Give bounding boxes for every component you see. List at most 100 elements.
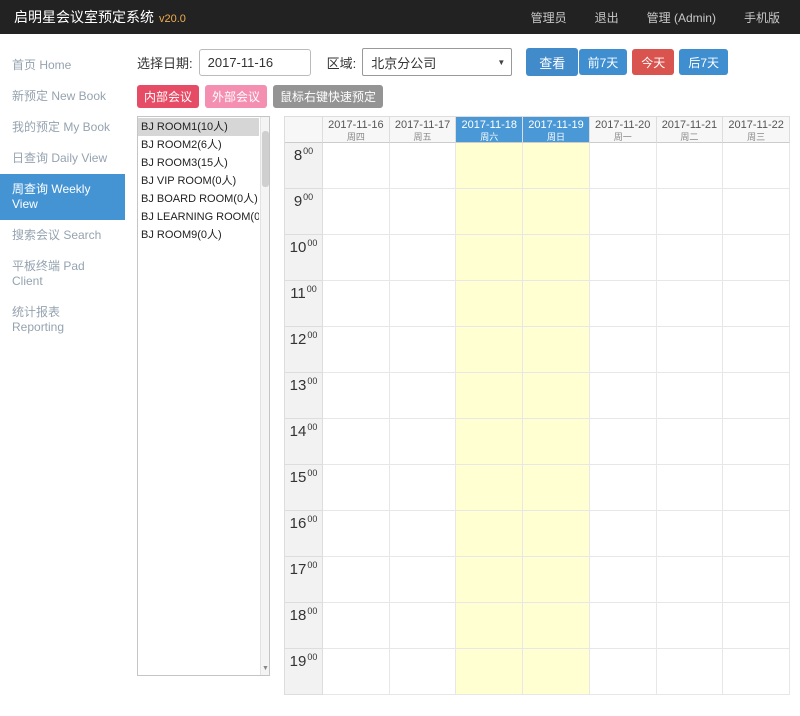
sidebar-item-new-book[interactable]: 新预定 New Book: [0, 81, 125, 112]
sidebar-item-home[interactable]: 首页 Home: [0, 50, 125, 81]
room-list-item[interactable]: BJ ROOM9(0人): [138, 226, 259, 244]
calendar-slot-cell[interactable]: [390, 143, 457, 189]
calendar-slot-cell[interactable]: [456, 649, 523, 695]
calendar-slot-cell[interactable]: [390, 419, 457, 465]
view-button[interactable]: 查看: [526, 48, 578, 76]
topnav-link-admin-manage[interactable]: 管理 (Admin): [647, 9, 716, 26]
calendar-slot-cell[interactable]: [590, 511, 657, 557]
calendar-slot-cell[interactable]: [523, 189, 590, 235]
calendar-slot-cell[interactable]: [456, 419, 523, 465]
calendar-slot-cell[interactable]: [657, 373, 724, 419]
calendar-slot-cell[interactable]: [657, 189, 724, 235]
calendar-slot-cell[interactable]: [657, 649, 724, 695]
calendar-slot-cell[interactable]: [456, 465, 523, 511]
calendar-slot-cell[interactable]: [723, 419, 790, 465]
calendar-slot-cell[interactable]: [390, 603, 457, 649]
calendar-slot-cell[interactable]: [390, 373, 457, 419]
calendar-slot-cell[interactable]: [657, 327, 724, 373]
calendar-slot-cell[interactable]: [723, 649, 790, 695]
calendar-slot-cell[interactable]: [323, 465, 390, 511]
calendar-slot-cell[interactable]: [456, 143, 523, 189]
calendar-slot-cell[interactable]: [323, 189, 390, 235]
prev-7-days-button[interactable]: 前7天: [579, 49, 628, 75]
sidebar-item-weekly-view[interactable]: 周查询 Weekly View: [0, 174, 125, 220]
calendar-slot-cell[interactable]: [723, 511, 790, 557]
sidebar-item-search[interactable]: 搜索会议 Search: [0, 220, 125, 251]
calendar-slot-cell[interactable]: [323, 649, 390, 695]
calendar-slot-cell[interactable]: [657, 465, 724, 511]
calendar-slot-cell[interactable]: [456, 603, 523, 649]
calendar-slot-cell[interactable]: [456, 327, 523, 373]
topnav-link-mobile-version[interactable]: 手机版: [744, 9, 780, 26]
calendar-slot-cell[interactable]: [323, 603, 390, 649]
calendar-slot-cell[interactable]: [456, 189, 523, 235]
calendar-slot-cell[interactable]: [523, 557, 590, 603]
calendar-slot-cell[interactable]: [523, 281, 590, 327]
calendar-slot-cell[interactable]: [390, 189, 457, 235]
calendar-slot-cell[interactable]: [390, 511, 457, 557]
sidebar-item-daily-view[interactable]: 日查询 Daily View: [0, 143, 125, 174]
calendar-slot-cell[interactable]: [523, 511, 590, 557]
calendar-slot-cell[interactable]: [723, 557, 790, 603]
calendar-slot-cell[interactable]: [723, 281, 790, 327]
calendar-slot-cell[interactable]: [590, 143, 657, 189]
scrollbar-thumb[interactable]: [262, 131, 269, 187]
calendar-slot-cell[interactable]: [657, 511, 724, 557]
date-input[interactable]: [199, 49, 311, 76]
sidebar-item-my-book[interactable]: 我的预定 My Book: [0, 112, 125, 143]
next-7-days-button[interactable]: 后7天: [679, 49, 728, 75]
calendar-slot-cell[interactable]: [390, 235, 457, 281]
calendar-slot-cell[interactable]: [657, 419, 724, 465]
calendar-slot-cell[interactable]: [723, 603, 790, 649]
calendar-slot-cell[interactable]: [323, 557, 390, 603]
calendar-slot-cell[interactable]: [390, 281, 457, 327]
calendar-slot-cell[interactable]: [723, 465, 790, 511]
calendar-slot-cell[interactable]: [523, 373, 590, 419]
calendar-slot-cell[interactable]: [323, 373, 390, 419]
calendar-slot-cell[interactable]: [323, 143, 390, 189]
room-list-scrollbar[interactable]: ▼: [260, 117, 269, 675]
today-button[interactable]: 今天: [632, 49, 674, 75]
calendar-slot-cell[interactable]: [523, 465, 590, 511]
calendar-slot-cell[interactable]: [323, 511, 390, 557]
calendar-slot-cell[interactable]: [723, 143, 790, 189]
calendar-slot-cell[interactable]: [456, 511, 523, 557]
calendar-slot-cell[interactable]: [590, 189, 657, 235]
calendar-slot-cell[interactable]: [523, 143, 590, 189]
calendar-slot-cell[interactable]: [523, 235, 590, 281]
calendar-slot-cell[interactable]: [590, 235, 657, 281]
calendar-slot-cell[interactable]: [590, 603, 657, 649]
calendar-slot-cell[interactable]: [590, 281, 657, 327]
calendar-slot-cell[interactable]: [390, 327, 457, 373]
calendar-slot-cell[interactable]: [323, 327, 390, 373]
calendar-slot-cell[interactable]: [456, 235, 523, 281]
calendar-slot-cell[interactable]: [590, 465, 657, 511]
calendar-slot-cell[interactable]: [323, 281, 390, 327]
calendar-slot-cell[interactable]: [390, 557, 457, 603]
calendar-slot-cell[interactable]: [390, 465, 457, 511]
calendar-slot-cell[interactable]: [657, 281, 724, 327]
room-list-item[interactable]: BJ BOARD ROOM(0人): [138, 190, 259, 208]
topnav-link-admin-user[interactable]: 管理员: [531, 9, 567, 26]
calendar-slot-cell[interactable]: [723, 373, 790, 419]
room-list-item[interactable]: BJ ROOM2(6人): [138, 136, 259, 154]
topnav-link-logout[interactable]: 退出: [595, 9, 619, 26]
calendar-slot-cell[interactable]: [456, 557, 523, 603]
calendar-slot-cell[interactable]: [657, 557, 724, 603]
calendar-slot-cell[interactable]: [523, 603, 590, 649]
calendar-slot-cell[interactable]: [590, 557, 657, 603]
room-list-item[interactable]: BJ VIP ROOM(0人): [138, 172, 259, 190]
calendar-slot-cell[interactable]: [590, 649, 657, 695]
sidebar-item-pad-client[interactable]: 平板终端 Pad Client: [0, 251, 125, 297]
calendar-slot-cell[interactable]: [323, 235, 390, 281]
calendar-slot-cell[interactable]: [523, 327, 590, 373]
calendar-slot-cell[interactable]: [456, 281, 523, 327]
calendar-slot-cell[interactable]: [456, 373, 523, 419]
area-select[interactable]: 北京分公司 ▼: [362, 48, 512, 76]
calendar-slot-cell[interactable]: [657, 235, 724, 281]
calendar-slot-cell[interactable]: [590, 419, 657, 465]
calendar-slot-cell[interactable]: [523, 419, 590, 465]
room-list-item[interactable]: BJ ROOM3(15人): [138, 154, 259, 172]
scrollbar-down-arrow-icon[interactable]: ▼: [261, 663, 270, 674]
calendar-slot-cell[interactable]: [657, 603, 724, 649]
